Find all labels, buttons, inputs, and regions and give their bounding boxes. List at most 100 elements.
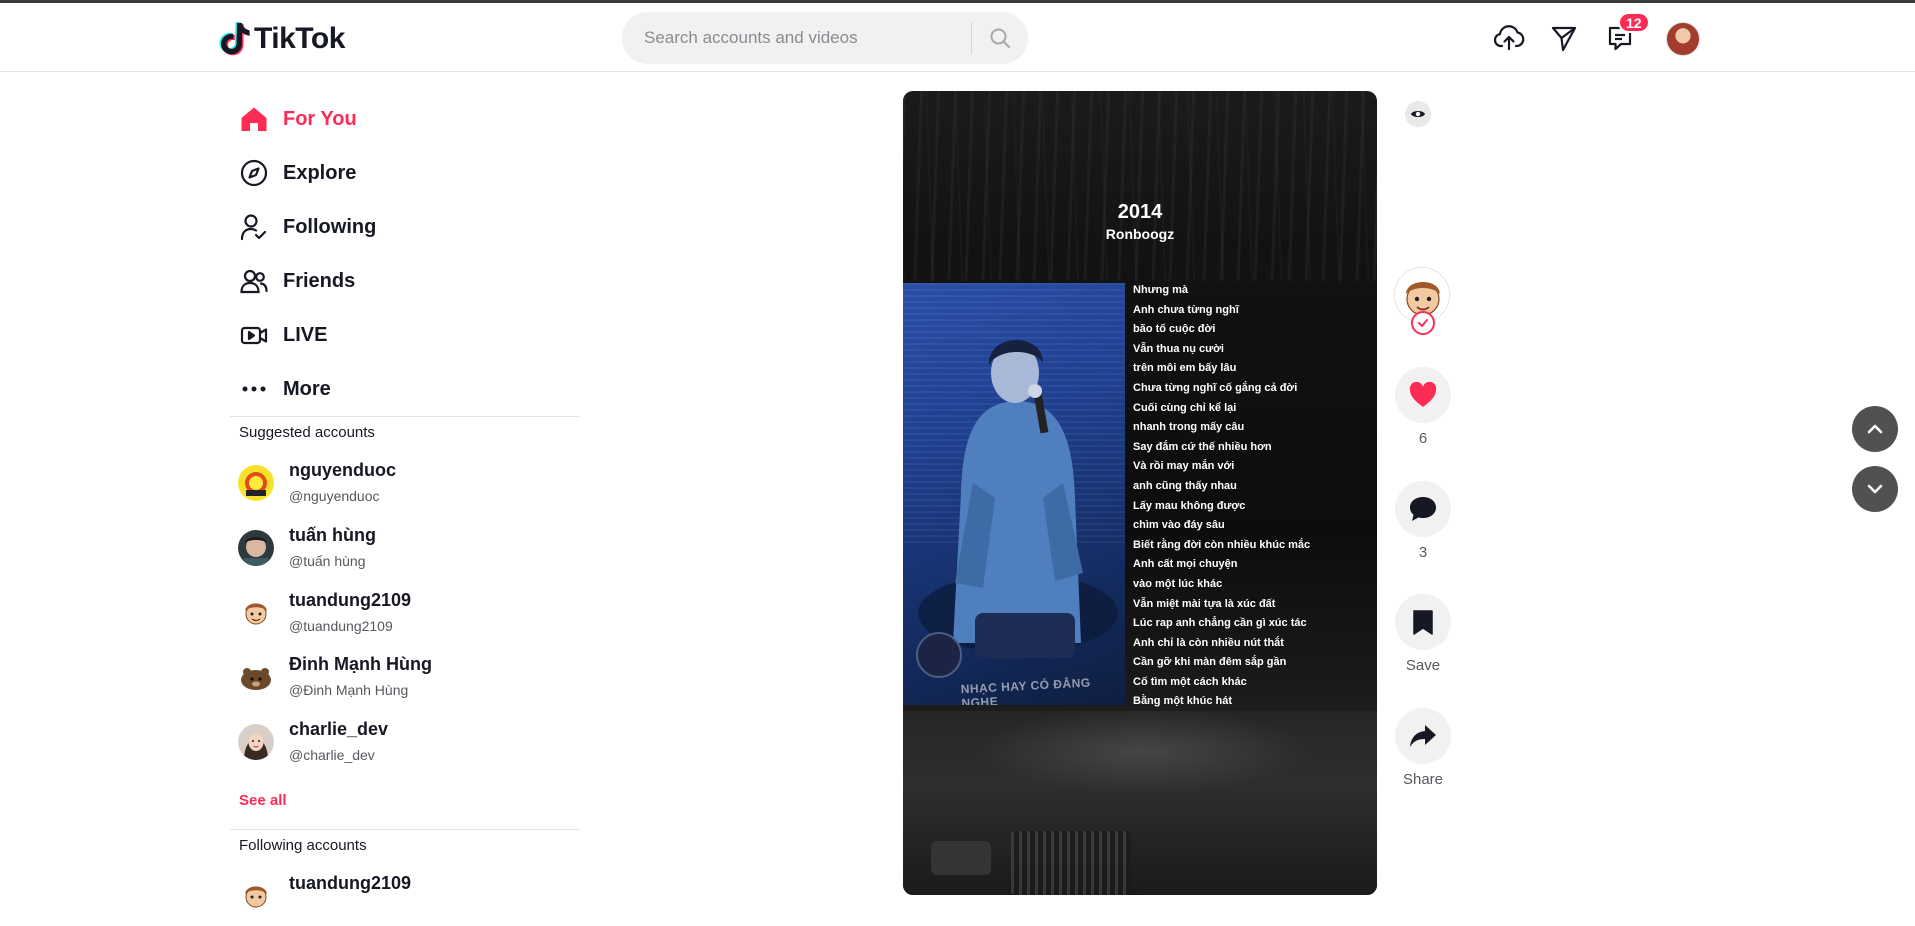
lyric-line: Vẫn miệt mài tựa là xúc đất <box>1133 597 1276 610</box>
account-name: tuấn hùng <box>289 525 376 545</box>
home-icon <box>238 103 270 135</box>
account-handle: @tuandung2109 <box>289 618 393 634</box>
nav-label: More <box>283 377 331 400</box>
follow-button[interactable] <box>1411 311 1435 335</box>
lyric-line: nhanh trong mấy câu <box>1133 421 1245 434</box>
account-name: charlie_dev <box>289 719 389 739</box>
video-song-title: 2014 <box>1117 201 1163 223</box>
lyric-line: Anh chỉ là còn nhiều nút thắt <box>1133 636 1284 649</box>
car-grill <box>1011 831 1131 895</box>
avatar <box>238 595 274 631</box>
search-button[interactable] <box>972 12 1028 64</box>
account-handle: @charlie_dev <box>289 747 375 763</box>
lyric-line: trên môi em bấy lâu <box>1133 362 1237 375</box>
lyric-line: Và rồi may mắn với <box>1133 460 1235 473</box>
friends-icon <box>238 265 270 297</box>
share-action: Share <box>1395 708 1451 788</box>
video-performance-clip: NHẠC HAY CÓ ĐẲNG NGHE <box>903 283 1125 705</box>
lyric-line: Chưa từng nghĩ cố gắng cả đời <box>1133 381 1298 394</box>
performer-figure <box>916 339 1118 678</box>
lyric-line: vào một lúc khác <box>1133 577 1223 590</box>
view-toggle-button[interactable] <box>1405 101 1431 127</box>
more-icon <box>238 373 270 405</box>
like-action: 6 <box>1395 367 1451 447</box>
account-handle: @Đinh Mạnh Hùng <box>289 682 409 698</box>
lyric-line: Biết rằng đời còn nhiều khúc mắc <box>1133 538 1311 551</box>
account-name: tuandung2109 <box>289 873 412 893</box>
profile-avatar[interactable] <box>1666 22 1700 56</box>
nav-label: For You <box>283 107 357 130</box>
nav-friends[interactable]: Friends <box>238 259 355 303</box>
share-button[interactable] <box>1395 708 1451 764</box>
lyric-line: Cần gỡ khi màn đêm sắp gần <box>1133 656 1287 669</box>
lyric-line: Lấy mau không được <box>1133 499 1246 512</box>
save-action: Save <box>1395 594 1451 674</box>
avatar <box>238 659 274 695</box>
avatar <box>238 878 274 914</box>
comment-count: 3 <box>1418 544 1428 561</box>
upload-icon <box>1493 25 1525 51</box>
comment-button[interactable] <box>1395 481 1451 537</box>
check-icon <box>1418 319 1428 327</box>
live-icon <box>238 319 270 351</box>
suggested-accounts-heading: Suggested accounts <box>239 424 375 441</box>
search-input[interactable] <box>642 18 972 58</box>
account-handle: @tuấn hùng <box>289 553 366 569</box>
suggested-account[interactable]: Đinh Mạnh Hùng @Đinh Mạnh Hùng <box>238 649 558 707</box>
video-player[interactable]: 2014 Ronboogz NHẠC HAY CÓ ĐẲNG NGHE Nhưn… <box>903 91 1377 895</box>
lyric-line: Vẫn thua nụ cười <box>1133 342 1224 355</box>
lyric-line: Anh chưa từng nghĩ <box>1133 303 1239 316</box>
save-label: Save <box>1405 657 1441 674</box>
following-account[interactable]: tuandung2109 <box>238 868 558 926</box>
nav-following[interactable]: Following <box>238 205 376 249</box>
next-video-button[interactable] <box>1852 466 1898 512</box>
share-label: Share <box>1402 771 1444 788</box>
lyric-line: Cố tìm một cách khác <box>1133 675 1247 688</box>
previous-video-button[interactable] <box>1852 406 1898 452</box>
sidebar-divider <box>230 829 580 830</box>
suggested-account[interactable]: tuandung2109 @tuandung2109 <box>238 585 558 643</box>
nav-label: Following <box>283 215 377 238</box>
tiktok-logo-icon <box>219 22 250 56</box>
tiktok-logo[interactable]: TikTok <box>218 19 345 59</box>
like-count: 6 <box>1418 430 1428 447</box>
avatar <box>238 530 274 566</box>
lyric-line: chìm vào đáy sâu <box>1133 519 1225 532</box>
lyric-line: Cuối cùng chỉ kể lại <box>1133 401 1237 414</box>
compass-icon <box>238 157 270 189</box>
send-icon <box>1551 26 1577 52</box>
following-icon <box>238 211 270 243</box>
nav-label: Friends <box>283 269 356 292</box>
car-headlight <box>931 841 991 875</box>
bookmark-icon <box>1413 610 1433 635</box>
nav-label: Explore <box>283 161 357 184</box>
share-icon <box>1410 725 1436 747</box>
nav-live[interactable]: LIVE <box>238 313 327 357</box>
eye-icon <box>1411 111 1425 117</box>
video-background-trees <box>903 91 1377 281</box>
lyric-line: anh cũng thấy nhau <box>1133 479 1237 492</box>
chevron-down-icon <box>1867 484 1883 494</box>
nav-explore[interactable]: Explore <box>238 151 356 195</box>
upload-button[interactable] <box>1492 21 1526 55</box>
avatar <box>238 724 274 760</box>
lyric-line: Bằng một khúc hát <box>1133 695 1233 708</box>
nav-more[interactable]: More <box>238 367 331 411</box>
suggested-account[interactable]: nguyenduoc @nguyenduoc <box>238 455 558 513</box>
top-header: TikTok 12 <box>0 3 1915 72</box>
save-button[interactable] <box>1395 594 1451 650</box>
see-all-link[interactable]: See all <box>239 792 287 809</box>
chevron-up-icon <box>1867 424 1883 434</box>
nav-for-you[interactable]: For You <box>238 97 357 141</box>
messages-button[interactable] <box>1547 21 1581 55</box>
search-bar <box>622 12 1028 64</box>
account-name: tuandung2109 <box>289 590 412 610</box>
account-name: Đinh Mạnh Hùng <box>289 654 432 674</box>
logo-text: TikTok <box>254 22 345 55</box>
suggested-account[interactable]: tuấn hùng @tuấn hùng <box>238 520 558 578</box>
like-button[interactable] <box>1395 367 1451 423</box>
suggested-account[interactable]: charlie_dev @charlie_dev <box>238 714 558 772</box>
comment-action: 3 <box>1395 481 1451 561</box>
sidebar-divider <box>230 416 580 417</box>
lyric-line: Say đắm cứ thế nhiều hơn <box>1133 440 1272 453</box>
